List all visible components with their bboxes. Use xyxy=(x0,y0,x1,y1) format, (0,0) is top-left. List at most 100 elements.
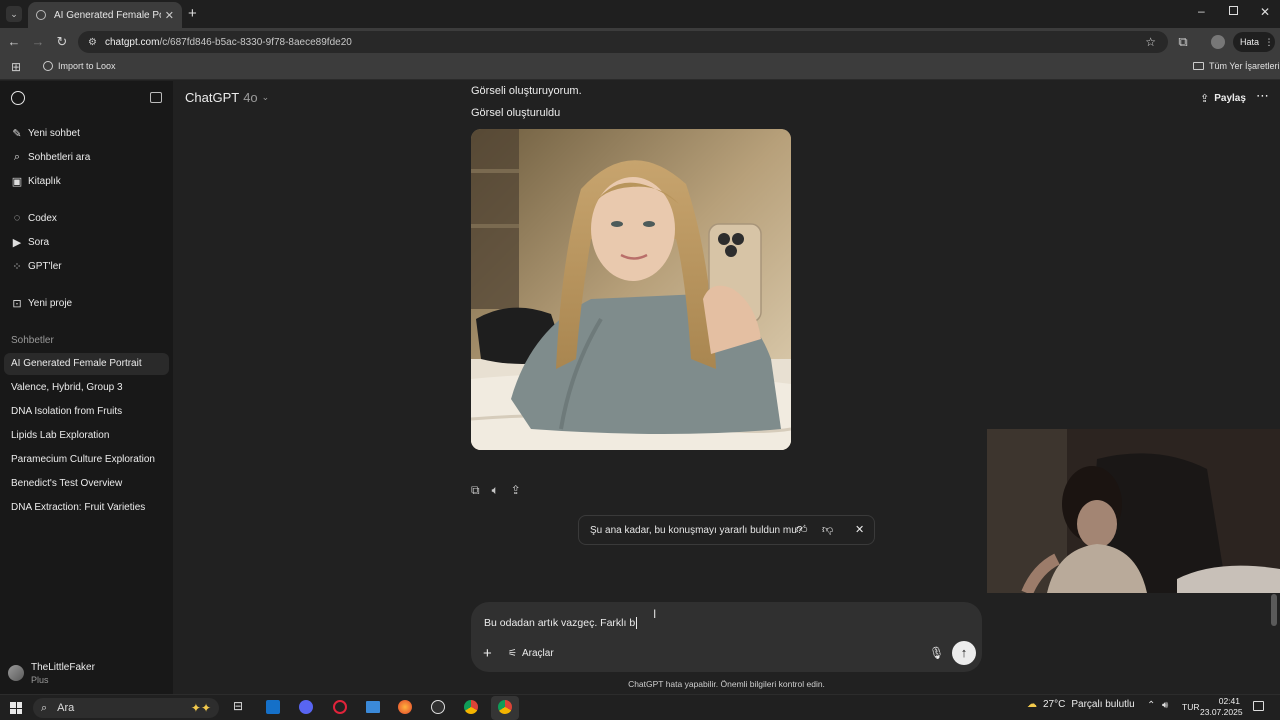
sidebar-item-label: Sohbetleri ara xyxy=(28,151,91,163)
chevron-down-icon: ⌄ xyxy=(261,92,270,102)
user-plan: Plus xyxy=(31,675,49,685)
clock[interactable]: 02:41 23.07.2025 xyxy=(1200,696,1243,718)
chrome-icon xyxy=(498,700,512,714)
more-options-icon[interactable]: ⋯ xyxy=(1256,88,1269,104)
sidebar-item-label: GPT'ler xyxy=(28,260,62,272)
address-bar[interactable]: ⚙ chatgpt.com /c/687fd846-b5ac-8330-9f78… xyxy=(78,31,1168,53)
url-domain: chatgpt.com xyxy=(104,36,160,48)
minimize-window-icon[interactable]: – xyxy=(1198,4,1205,18)
back-icon[interactable]: ← xyxy=(4,28,24,56)
site-info-icon[interactable]: ⚙ xyxy=(88,37,97,48)
bookmark-import-to-loox[interactable]: Import to Loox xyxy=(43,61,116,71)
task-view-icon[interactable]: ⊟ xyxy=(233,699,243,713)
volume-icon[interactable]: 🔊︎ xyxy=(1162,700,1168,711)
sidebar-item-gpts[interactable]: ⁘ GPT'ler xyxy=(11,258,62,274)
chat-item[interactable]: Paramecium Culture Exploration xyxy=(4,449,169,471)
chat-item[interactable]: Lipids Lab Exploration xyxy=(4,425,169,447)
user-profile-button[interactable]: TheLittleFaker Plus xyxy=(8,661,168,689)
restore-window-icon[interactable] xyxy=(1229,6,1238,15)
user-name: TheLittleFaker xyxy=(31,662,95,673)
model-version: 4o xyxy=(243,90,258,105)
send-button[interactable]: ↑ xyxy=(952,641,976,665)
tab-list-dropdown[interactable]: ⌄ xyxy=(6,6,22,22)
openai-logo-icon[interactable] xyxy=(11,91,25,105)
forward-icon[interactable]: → xyxy=(28,28,48,56)
apps-grid-icon[interactable]: ⊞ xyxy=(11,60,21,74)
taskbar-search-placeholder: Ara xyxy=(57,702,75,714)
chrome-icon[interactable] xyxy=(464,700,478,714)
outlook-icon[interactable] xyxy=(266,700,280,714)
tab-title: AI Generated Female Portrait xyxy=(54,9,161,21)
bookmarks-folder-label: Tüm Yer İşaretleri xyxy=(1209,61,1280,71)
disclaimer: ChatGPT hata yapabilir. Önemli bilgileri… xyxy=(628,679,825,689)
chat-item[interactable]: Valence, Hybrid, Group 3 xyxy=(4,377,169,399)
generated-image[interactable] xyxy=(471,129,791,450)
weather-icon: ☁ xyxy=(1027,699,1037,710)
browser-toolbar: ← → ↻ ⚙ chatgpt.com /c/687fd846-b5ac-833… xyxy=(0,28,1280,56)
read-aloud-icon[interactable]: 🔈︎ xyxy=(492,483,499,498)
all-bookmarks-folder[interactable]: Tüm Yer İşaretleri xyxy=(1193,61,1280,71)
share-label: Paylaş xyxy=(1214,93,1246,104)
edit-icon: ✎ xyxy=(12,127,22,140)
thumbs-down-icon[interactable]: 👎︎ xyxy=(822,523,833,536)
firefox-icon[interactable] xyxy=(398,700,412,714)
sidebar-item-library[interactable]: ▣ Kitaplık xyxy=(11,173,61,189)
sidebar-item-search-chats[interactable]: ⌕ Sohbetleri ara xyxy=(11,149,90,165)
sidebar-item-new-chat[interactable]: ✎ Yeni sohbet xyxy=(11,125,80,141)
browser-tab-active[interactable]: AI Generated Female Portrait ✕ xyxy=(28,2,182,28)
url-path: /c/687fd846-b5ac-8330-9f78-8aece89fde20 xyxy=(159,36,352,48)
image-caption: Görsel oluşturuldu xyxy=(471,107,561,119)
share-icon: ⇪ xyxy=(1200,93,1210,105)
discord-icon[interactable] xyxy=(299,700,313,714)
share-icon[interactable]: ⇪ xyxy=(511,483,521,498)
message-input[interactable]: Bu odadan artık vazgeç. Farklı b xyxy=(484,615,964,631)
notifications-icon[interactable] xyxy=(1253,701,1264,711)
webcam-illustration xyxy=(987,429,1280,593)
obs-icon[interactable] xyxy=(431,700,445,714)
bookmark-star-icon[interactable]: ☆ xyxy=(1145,35,1156,49)
sidebar-item-sora[interactable]: ▶ Sora xyxy=(11,234,49,250)
close-sidebar-icon[interactable] xyxy=(150,92,162,103)
chat-item[interactable]: Benedict's Test Overview xyxy=(4,473,169,495)
avatar xyxy=(8,665,24,681)
tools-icon: ⚟ xyxy=(508,648,517,659)
chat-item[interactable]: DNA Extraction: Fruit Varieties xyxy=(4,497,169,519)
tools-label: Araçlar xyxy=(521,648,554,659)
sidebar-item-codex[interactable]: ◌ Codex xyxy=(11,210,57,226)
windows-start-icon[interactable] xyxy=(10,702,22,714)
feedback-prompt: Şu ana kadar, bu konuşmayı yararlı buldu… xyxy=(578,515,875,545)
app-window-icon[interactable] xyxy=(366,701,380,713)
sora-icon: ▶ xyxy=(12,236,22,249)
share-button[interactable]: ⇪ Paylaş xyxy=(1200,92,1246,105)
taskbar-search-box[interactable]: ⌕ Ara ✦✦ xyxy=(33,698,219,718)
assistant-status-line: Görseli oluşturuyorum. xyxy=(471,85,582,97)
profile-error-button[interactable]: Hata ⋮ xyxy=(1233,32,1275,52)
reload-icon[interactable]: ↻ xyxy=(52,28,72,56)
weather-widget[interactable]: ☁ 27°C Parçalı bulutlu xyxy=(1027,699,1135,710)
profile-avatar-icon[interactable] xyxy=(1211,35,1225,49)
model-selector[interactable]: ChatGPT 4o ⌄ xyxy=(185,90,269,105)
microphone-icon[interactable]: 🎙︎ xyxy=(929,646,944,660)
model-name: ChatGPT xyxy=(185,90,240,105)
clock-date: 23.07.2025 xyxy=(1200,707,1243,717)
copy-icon[interactable]: ⧉ xyxy=(471,483,480,498)
opera-icon[interactable] xyxy=(333,700,347,714)
add-attachment-button[interactable]: + xyxy=(483,645,492,662)
message-actions: ⧉ 🔈︎ ⇪ xyxy=(471,483,521,498)
extensions-icon[interactable]: ⧉ xyxy=(1173,28,1193,56)
new-tab-button[interactable]: + xyxy=(188,5,197,22)
message-input-text: Bu odadan artık vazgeç. Farklı b xyxy=(484,617,636,629)
chat-item[interactable]: DNA Isolation from Fruits xyxy=(4,401,169,423)
chat-item-active[interactable]: AI Generated Female Portrait xyxy=(4,353,169,375)
close-feedback-icon[interactable]: ✕ xyxy=(855,523,864,536)
chevron-up-icon[interactable]: ⌃ xyxy=(1147,700,1155,711)
webcam-overlay[interactable] xyxy=(987,429,1280,593)
sidebar-item-new-project[interactable]: ⊡ Yeni proje xyxy=(11,295,72,311)
scrollbar-thumb[interactable] xyxy=(1271,594,1277,626)
sidebar: ✎ Yeni sohbet ⌕ Sohbetleri ara ▣ Kitaplı… xyxy=(0,81,173,694)
close-window-icon[interactable]: ✕ xyxy=(1260,5,1270,19)
thumbs-up-icon[interactable]: 👍︎ xyxy=(796,523,808,536)
tools-button[interactable]: ⚟ Araçlar xyxy=(508,648,554,659)
close-tab-icon[interactable]: ✕ xyxy=(165,9,174,22)
language-indicator[interactable]: TUR xyxy=(1182,702,1199,712)
